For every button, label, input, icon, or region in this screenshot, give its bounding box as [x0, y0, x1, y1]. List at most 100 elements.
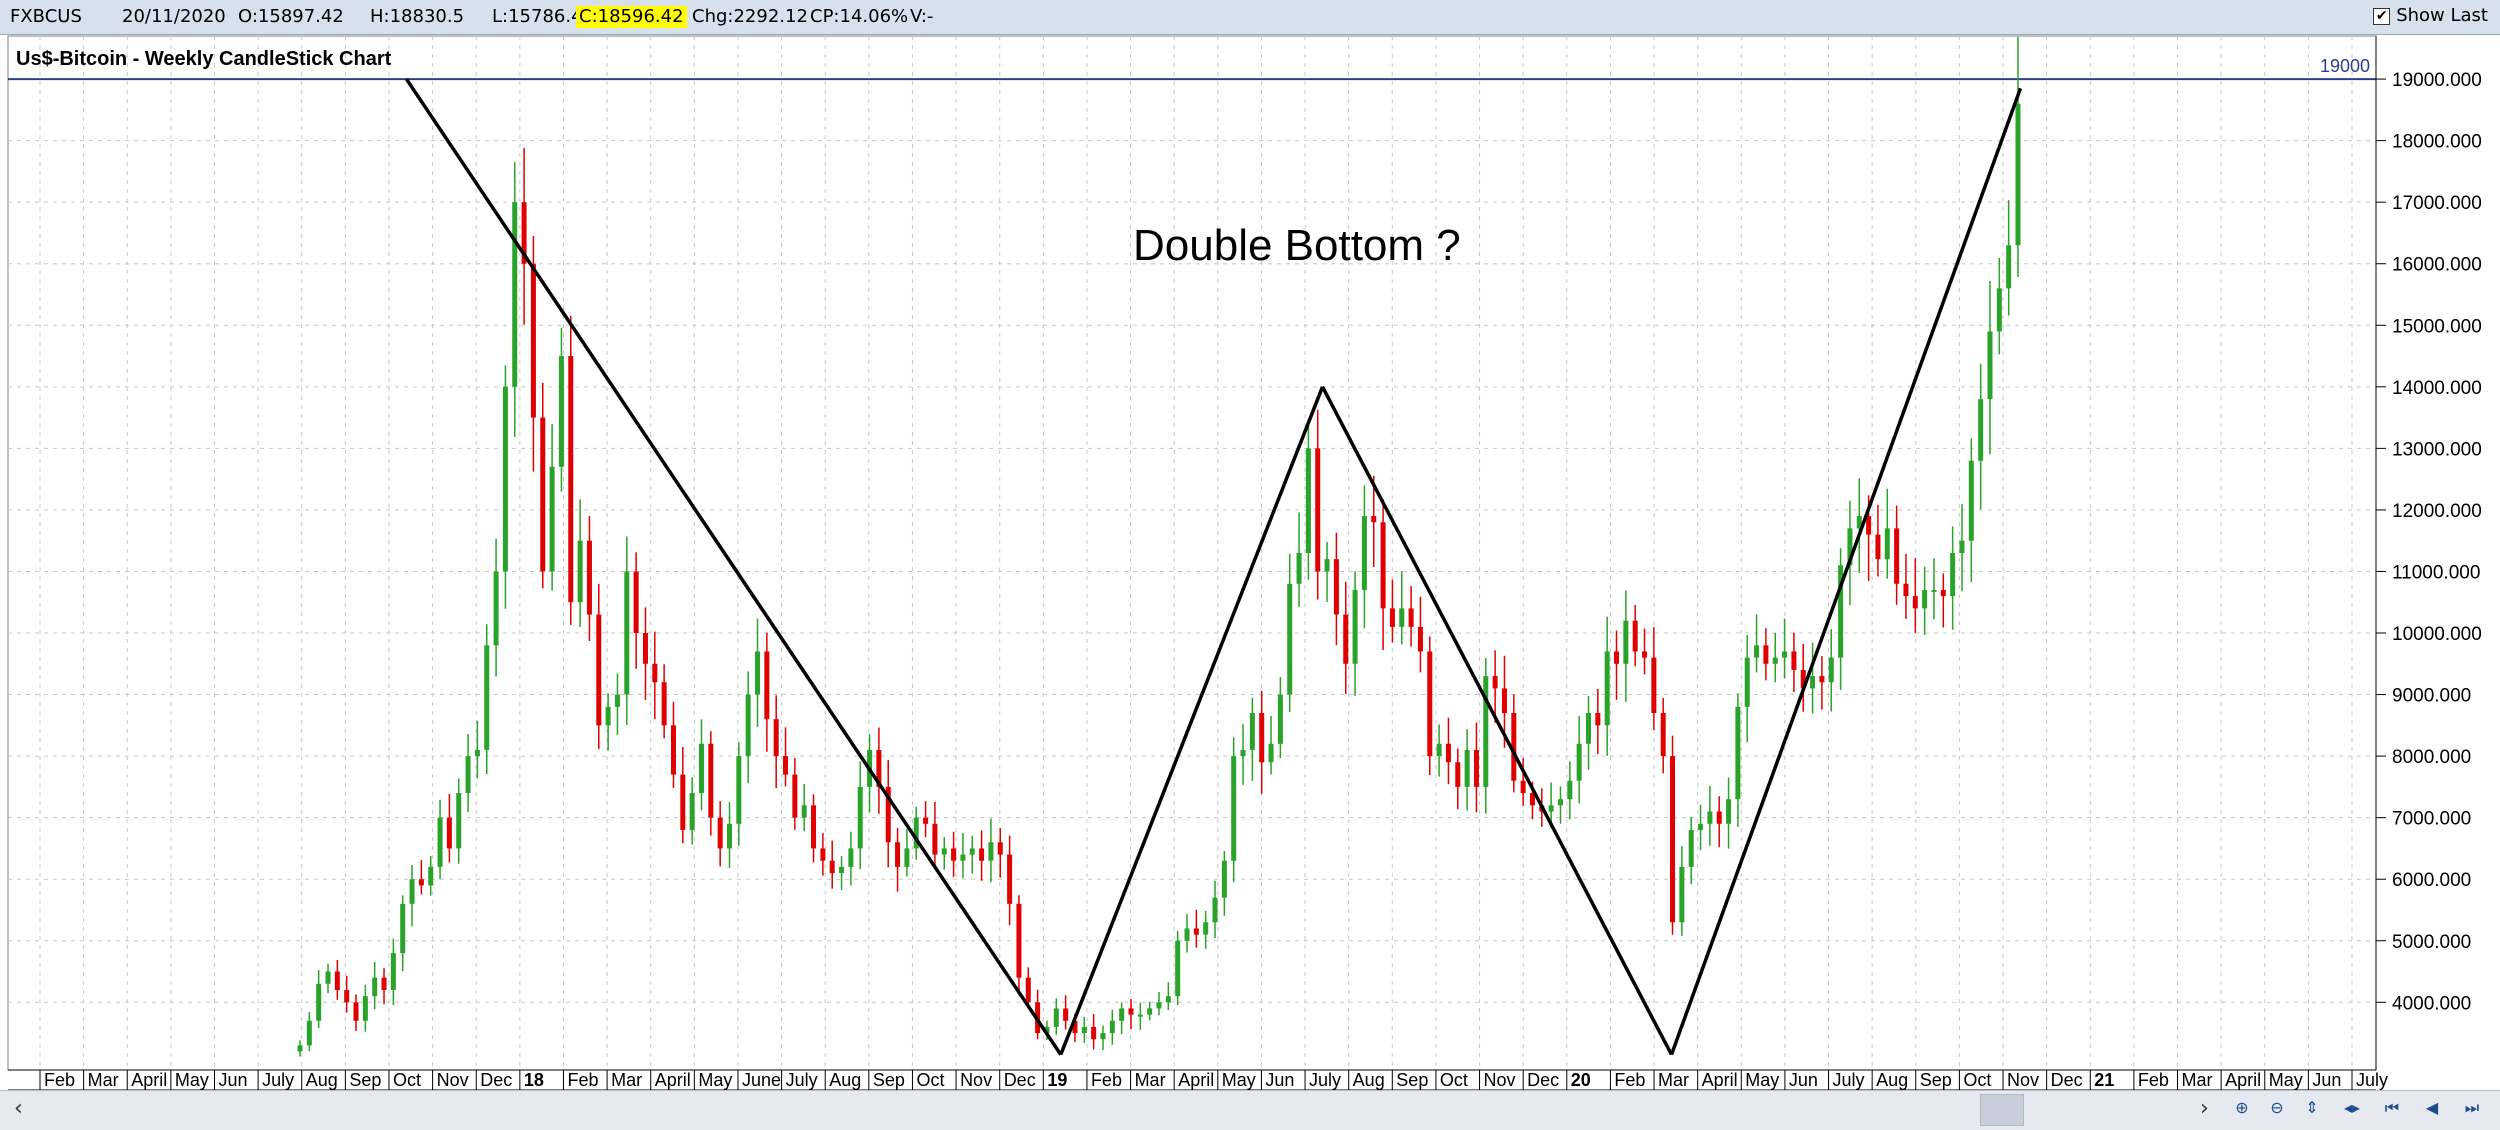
candle-body: [951, 848, 957, 861]
candle-body: [1445, 743, 1451, 763]
x-tick-label: Nov: [960, 1070, 992, 1090]
candle-body: [1315, 448, 1321, 572]
candlestick-chart[interactable]: 19000 4000.000 5000.000 6000.000 7000.000 80…: [0, 0, 2500, 1090]
zoom-fit-icon[interactable]: ⇕: [2300, 1095, 2324, 1121]
candle-body: [1427, 651, 1433, 757]
candle-body: [1193, 928, 1199, 935]
horizontal-scrollbar[interactable]: [0, 1090, 2500, 1130]
candle-body: [1875, 534, 1881, 560]
x-tick-label: Feb: [1614, 1070, 1645, 1090]
candle-body: [839, 866, 845, 874]
candle-body: [1165, 996, 1171, 1003]
candle-body: [465, 756, 471, 794]
scrollbar-thumb[interactable]: [1980, 1094, 2024, 1126]
candle-body: [484, 645, 490, 750]
x-tick-label: Dec: [1004, 1070, 1036, 1090]
candle-body: [493, 571, 499, 646]
scroll-left-icon[interactable]: ‹: [14, 1094, 23, 1124]
candle-body: [1156, 1002, 1162, 1009]
candle-body: [502, 386, 508, 572]
candle-body: [334, 971, 340, 990]
y-tick-label: 5000.000: [2392, 932, 2471, 953]
candle-body: [670, 725, 676, 775]
candle-body: [1231, 756, 1237, 861]
x-tick-label: Dec: [480, 1070, 512, 1090]
candle-body: [297, 1045, 303, 1052]
x-axis: Feb Mar April May Jun July Aug Sep Oct Nov Dec 18 Fe…: [8, 1069, 2388, 1090]
y-tick-label: 9000.000: [2392, 686, 2471, 707]
candle-body: [1333, 559, 1339, 615]
candle-body: [1679, 866, 1685, 923]
y-tick-label: 4000.000: [2392, 993, 2471, 1014]
candle-body: [857, 786, 863, 849]
x-tick-label: Jun: [218, 1070, 247, 1090]
candle-body: [1091, 1026, 1097, 1040]
x-tick-label: April: [2225, 1070, 2261, 1090]
step-back-icon[interactable]: ◀: [2420, 1095, 2444, 1121]
candle-body: [904, 848, 910, 867]
candle-body: [1063, 1008, 1069, 1021]
candle-body: [372, 977, 378, 997]
candle-body: [400, 903, 406, 954]
x-tick-label: Mar: [1135, 1070, 1166, 1090]
scroll-both-icon[interactable]: ◂▸: [2340, 1095, 2364, 1121]
candle-body: [1408, 608, 1414, 627]
candle-body: [811, 805, 817, 849]
candle-body: [1576, 743, 1582, 781]
x-tick-label: Oct: [916, 1070, 944, 1090]
candle-body: [792, 774, 798, 818]
go-first-icon[interactable]: ⏮: [2380, 1095, 2404, 1121]
zoom-in-icon[interactable]: ⊕: [2230, 1095, 2254, 1121]
x-tick-label: Jun: [1265, 1070, 1294, 1090]
candle-body: [689, 793, 695, 830]
zoom-out-icon[interactable]: ⊖: [2265, 1095, 2289, 1121]
candle-body: [1828, 657, 1834, 683]
candle-body: [1128, 1008, 1134, 1015]
scroll-right-icon[interactable]: ›: [2200, 1094, 2209, 1124]
candle-body: [1604, 651, 1610, 726]
candle-body: [418, 879, 424, 886]
candle-body: [708, 743, 714, 818]
candle-body: [1119, 1008, 1125, 1021]
x-tick-label: 20: [1571, 1070, 1591, 1090]
candle-body: [1389, 608, 1395, 627]
x-tick-label: Feb: [2138, 1070, 2169, 1090]
candle-body: [642, 633, 648, 664]
candle-body: [1081, 1026, 1087, 1034]
candle-body: [624, 571, 630, 695]
candle-body: [717, 817, 723, 849]
x-tick-label: Oct: [1963, 1070, 1991, 1090]
candle-body: [727, 823, 732, 849]
candle-body: [1287, 583, 1293, 695]
go-last-icon[interactable]: ⏭: [2460, 1095, 2484, 1121]
candle-body: [344, 989, 350, 1003]
y-tick-label: 17000.000: [2392, 193, 2482, 214]
candle-body: [390, 953, 396, 990]
candle-body: [1501, 688, 1507, 714]
candle-body: [1175, 940, 1181, 997]
x-tick-label: May: [175, 1070, 209, 1090]
candle-body: [353, 1002, 359, 1021]
candle-body: [530, 263, 536, 418]
candle-body: [773, 719, 779, 757]
candle-body: [680, 774, 686, 830]
candle-body: [1978, 399, 1984, 461]
x-tick-label: May: [1222, 1070, 1256, 1090]
chart-title: Us$-Bitcoin - Weekly CandleStick Chart: [16, 48, 392, 70]
candle-body: [1352, 589, 1358, 664]
candle-body: [1950, 553, 1956, 597]
candle-body: [1959, 540, 1965, 553]
y-axis: 4000.000 5000.000 6000.000 7000.000 8000.000…: [2375, 36, 2482, 1070]
candle-body: [540, 417, 546, 572]
candle-body: [1996, 288, 2002, 332]
x-tick-label: Mar: [1658, 1070, 1689, 1090]
candle-body: [1614, 651, 1620, 664]
x-tick-label: 21: [2094, 1070, 2114, 1090]
candle-body: [848, 848, 854, 867]
x-tick-label: Aug: [1876, 1070, 1908, 1090]
candle-body: [1492, 676, 1498, 689]
x-tick-label: April: [1178, 1070, 1214, 1090]
candle-body: [1623, 620, 1629, 664]
x-tick-label: Feb: [44, 1070, 75, 1090]
candle-body: [1025, 977, 1031, 1003]
